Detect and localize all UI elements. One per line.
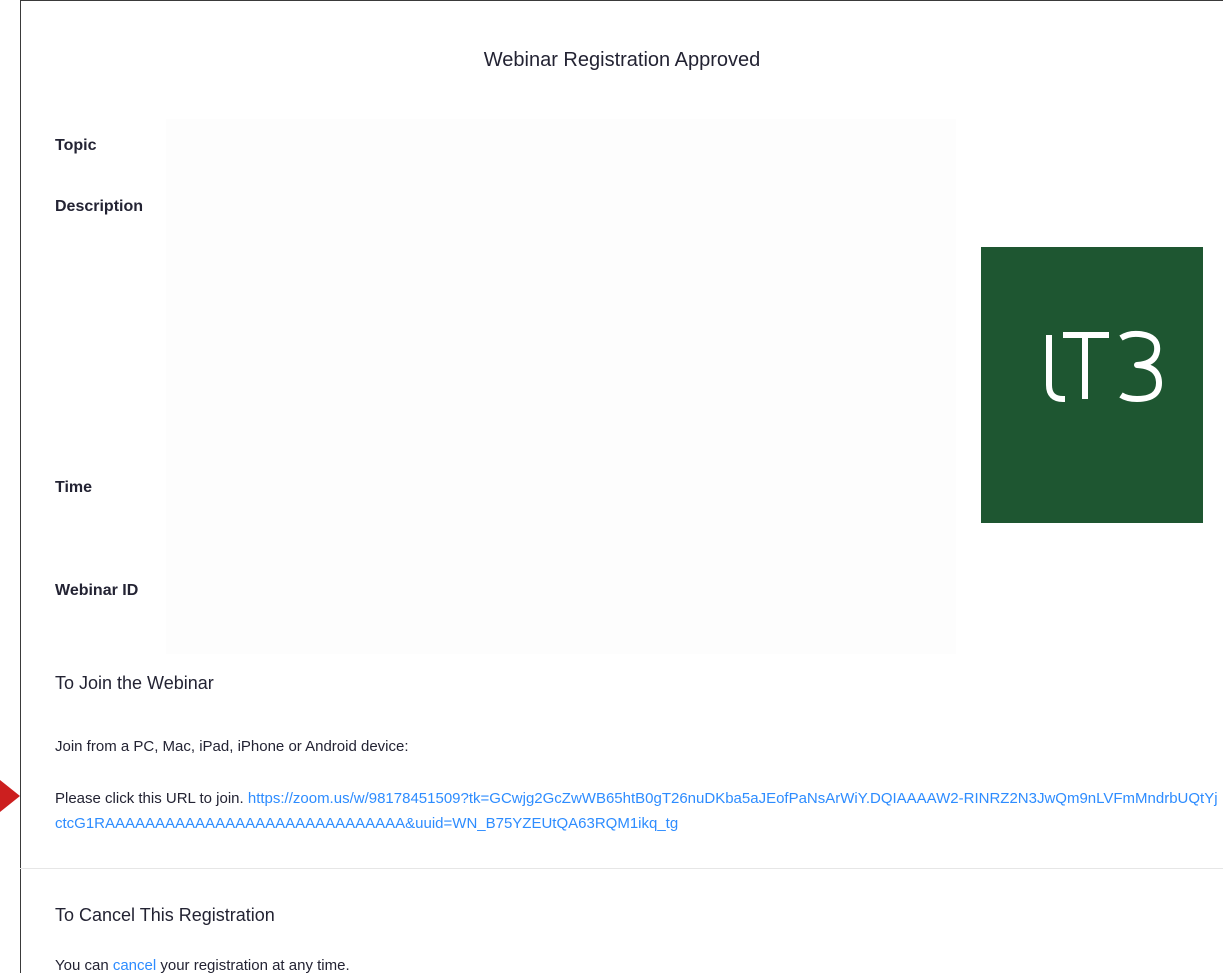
lt3-logo-icon	[981, 247, 1203, 523]
join-prompt: Please click this URL to join.	[55, 790, 244, 807]
cancel-text-after: your registration at any time.	[160, 957, 350, 974]
join-devices-text: Join from a PC, Mac, iPad, iPhone or And…	[55, 738, 409, 755]
page-title: Webinar Registration Approved	[483, 49, 761, 71]
description-label: Description	[55, 198, 144, 215]
cancel-text-before: You can	[55, 957, 109, 974]
join-heading: To Join the Webinar	[55, 673, 214, 693]
cancel-text: You can cancel your registration at any …	[55, 953, 350, 978]
cancel-heading: To Cancel This Registration	[55, 905, 275, 925]
registration-panel: Webinar Registration Approved Topic Desc…	[20, 0, 1223, 974]
lt3-logo-graphic	[1046, 330, 1162, 402]
topic-label: Topic	[55, 137, 97, 154]
section-divider	[20, 868, 1223, 869]
red-arrow-icon	[0, 780, 20, 812]
webinar-id-label: Webinar ID	[55, 582, 139, 599]
cancel-link[interactable]: cancel	[113, 957, 156, 974]
time-label: Time	[55, 479, 93, 496]
join-url-block: Please click this URL to join. https://z…	[55, 786, 1220, 836]
details-area	[166, 119, 956, 654]
